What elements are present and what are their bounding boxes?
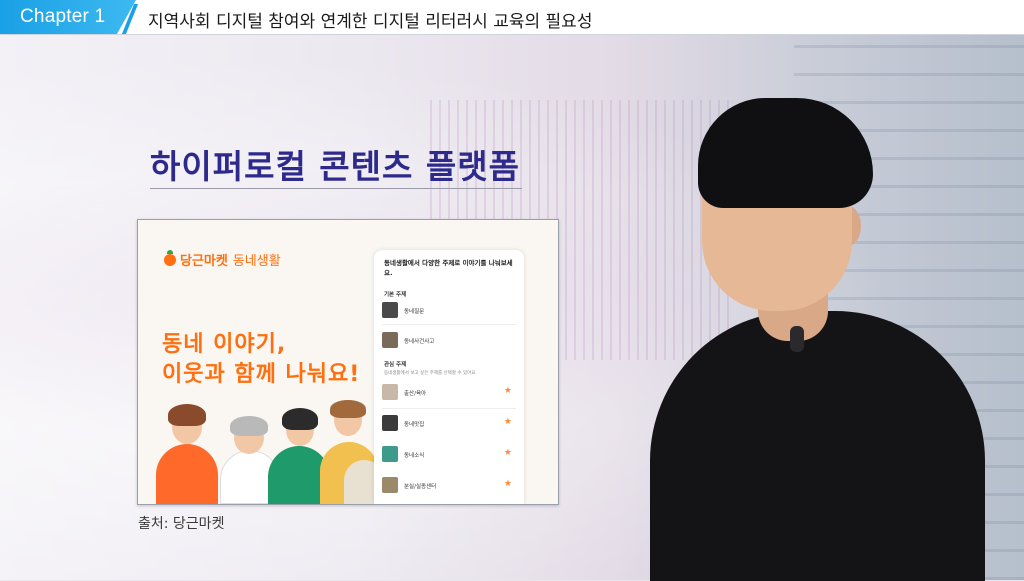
topic-label: 분실/실종센터 (404, 484, 437, 490)
brand-name: 당근마켓 (180, 254, 228, 269)
topic-row[interactable]: 분실/실종센터 ★ (382, 477, 516, 497)
source-caption: 출처: 당근마켓 (138, 516, 225, 532)
topic-thumbnail (382, 446, 398, 462)
section-basic: 기본 주제 (384, 292, 407, 298)
presenter-torso (650, 311, 985, 581)
topic-label: 동네맛집 (404, 422, 425, 428)
chapter-tag: Chapter 1 (0, 0, 136, 34)
headline-line1: 동네 이야기, (162, 332, 287, 357)
brand-sub: 동네생활 (232, 254, 281, 269)
section-interest-desc: 동네생활에서 보고 싶은 주제를 선택할 수 있어요. (384, 371, 477, 376)
star-icon[interactable]: ★ (504, 386, 512, 396)
topic-thumbnail (382, 332, 398, 348)
header-bar: Chapter 1 지역사회 디지털 참여와 연계한 디지털 리터러시 교육의 … (0, 0, 1024, 35)
row-divider (382, 408, 516, 409)
topic-label: 출산/육아 (404, 391, 427, 397)
topic-thumbnail (382, 384, 398, 400)
star-icon[interactable]: ★ (504, 417, 512, 427)
topic-label: 동네질문 (404, 309, 425, 315)
topic-row[interactable]: 출산/육아 ★ (382, 384, 516, 404)
topic-thumbnail (382, 477, 398, 493)
carrot-icon (164, 249, 176, 266)
headline-line2: 이웃과 함께 나눠요! (162, 362, 361, 387)
microphone-icon (790, 326, 804, 352)
presenter-hair (698, 98, 873, 208)
star-icon[interactable]: ★ (504, 448, 512, 458)
panel-heading: 동네생활에서 다양한 주제로 이야기를 나눠보세요. (384, 259, 513, 277)
presenter (640, 96, 1000, 581)
row-divider (382, 324, 516, 325)
people-illustration (148, 400, 384, 504)
topic-label: 동네소식 (404, 453, 425, 459)
topic-label: 동네사건사고 (404, 339, 435, 345)
section-interest: 관심 주제 (384, 362, 407, 368)
topic-row[interactable]: 동네질문 (382, 302, 516, 322)
brand-logo: 당근마켓 동네생활 (164, 249, 281, 269)
header-title: 지역사회 디지털 참여와 연계한 디지털 리터러시 교육의 필요성 (148, 12, 593, 32)
app-screenshot: 당근마켓 동네생활 동네 이야기, 이웃과 함께 나눠요! 동네생활에서 다양한… (137, 219, 559, 505)
star-icon[interactable]: ★ (504, 479, 512, 489)
topic-row[interactable]: 동네소식 ★ (382, 446, 516, 466)
slide-title: 하이퍼로컬 콘텐츠 플랫폼 (150, 147, 520, 186)
title-underline (150, 188, 522, 189)
topic-panel: 동네생활에서 다양한 주제로 이야기를 나눠보세요. 기본 주제 동네질문 동네… (374, 250, 524, 504)
chapter-label: Chapter 1 (20, 6, 106, 27)
topic-thumbnail (382, 415, 398, 431)
topic-thumbnail (382, 302, 398, 318)
topic-row[interactable]: 동네사건사고 (382, 332, 516, 352)
topic-row[interactable]: 동네맛집 ★ (382, 415, 516, 435)
